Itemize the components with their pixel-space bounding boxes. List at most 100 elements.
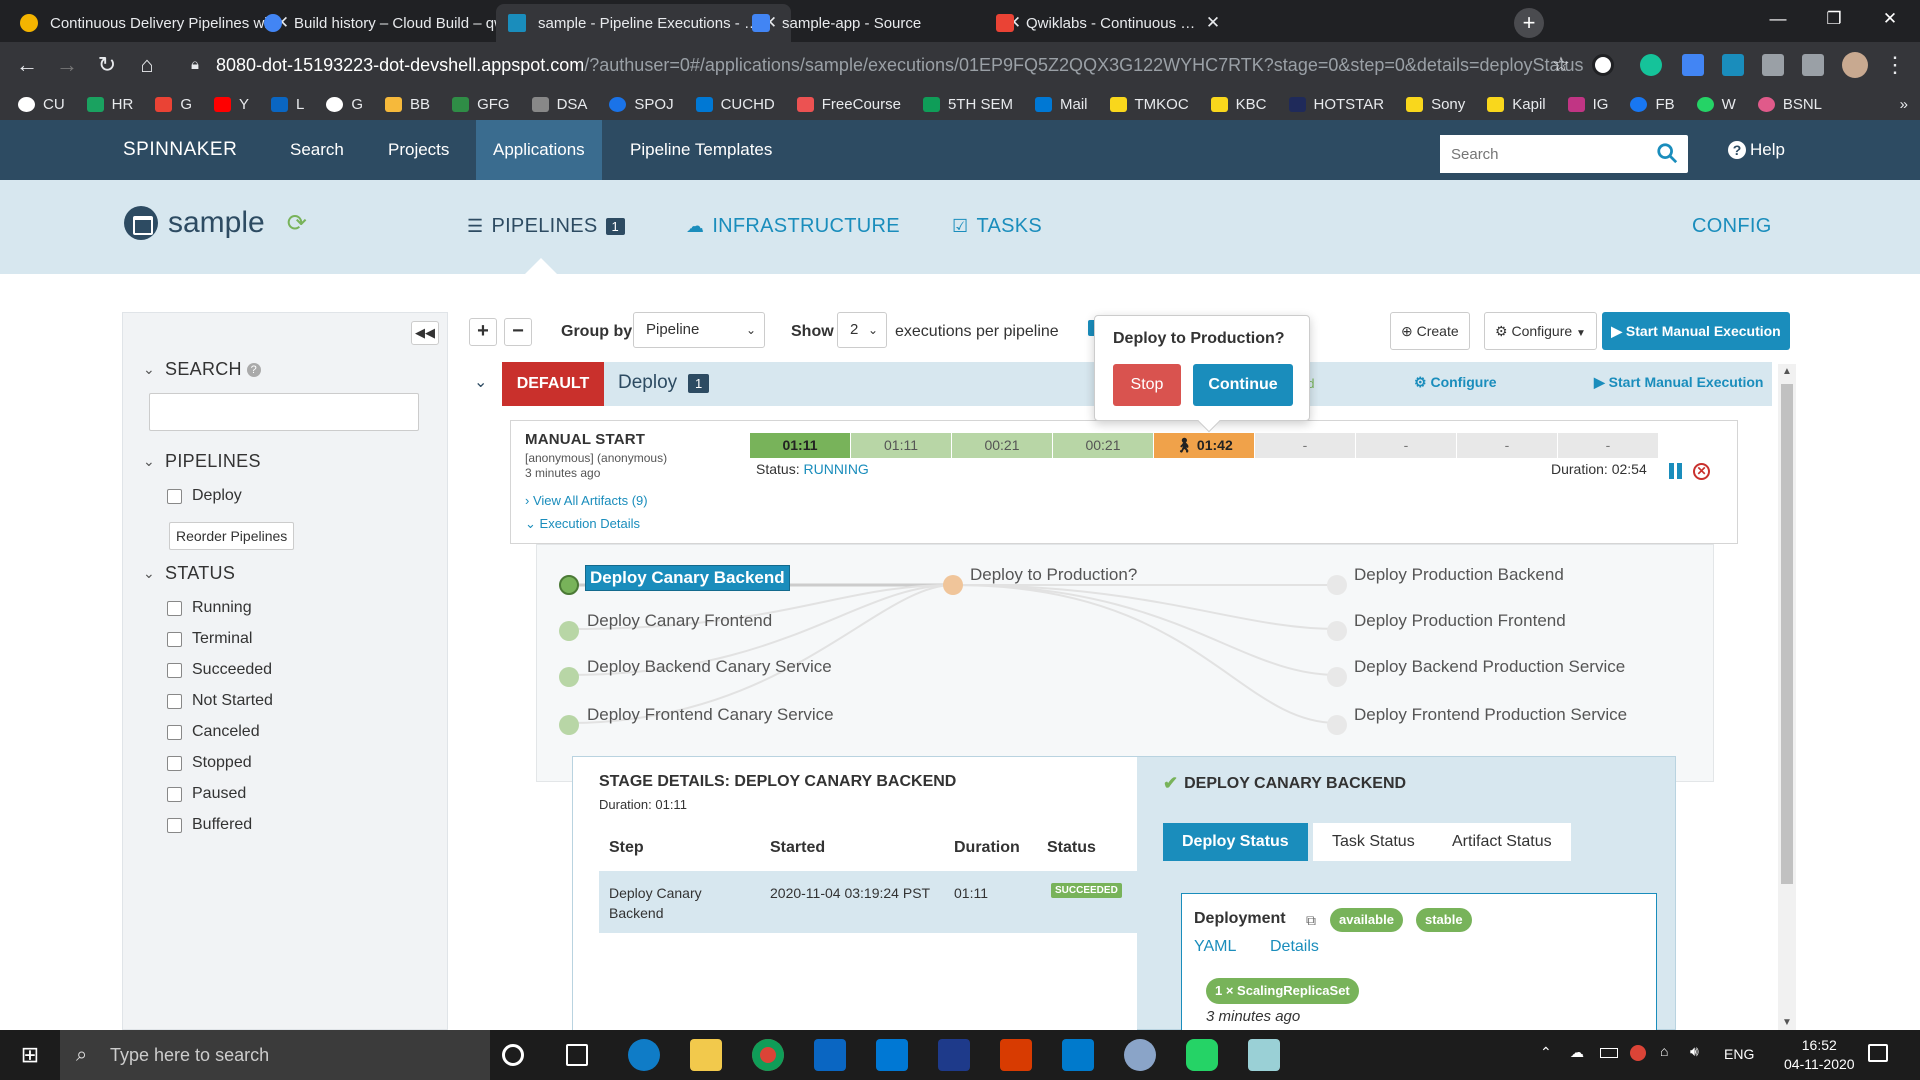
network-icon[interactable]: ⌂: [1660, 1043, 1668, 1059]
notification-icon[interactable]: [1868, 1044, 1888, 1062]
stage-segment[interactable]: -: [1558, 433, 1659, 458]
app-icon[interactable]: [1248, 1039, 1280, 1071]
stage-node-complete-icon[interactable]: [559, 575, 579, 595]
close-window-icon[interactable]: ✕: [1862, 0, 1918, 40]
cancel-execution-icon[interactable]: ✕: [1693, 463, 1710, 480]
stage-node-pending-icon[interactable]: [1327, 667, 1347, 687]
onedrive-icon[interactable]: ☁: [1570, 1044, 1584, 1061]
checkbox[interactable]: [167, 693, 182, 709]
scrollbar-thumb[interactable]: [1781, 384, 1793, 884]
bookmark-item[interactable]: CU: [18, 96, 65, 113]
stage-segment[interactable]: -: [1457, 433, 1558, 458]
pipeline-configure-link[interactable]: ⚙ Configure: [1414, 374, 1497, 391]
graph-node-deploy-canary-frontend[interactable]: Deploy Canary Frontend: [587, 611, 772, 631]
bookmark-item[interactable]: HR: [86, 96, 133, 113]
checkbox[interactable]: [167, 631, 182, 647]
tab-config[interactable]: CONFIG: [1692, 215, 1772, 238]
volume-icon[interactable]: 🔊︎: [1690, 1043, 1699, 1060]
filter-status-paused[interactable]: Paused: [167, 785, 246, 803]
configure-dropdown-button[interactable]: ⚙ Configure ▼: [1484, 312, 1597, 350]
linkedin-icon[interactable]: [814, 1039, 846, 1071]
stop-button[interactable]: Stop: [1113, 364, 1181, 406]
copy-icon[interactable]: ⧉: [1306, 912, 1316, 929]
stage-segment[interactable]: 01:11: [750, 433, 851, 458]
reading-list-icon[interactable]: [1802, 54, 1824, 76]
bookmark-item[interactable]: Kapil: [1487, 96, 1546, 113]
tab-pipelines[interactable]: ☰ PIPELINES 1: [467, 215, 626, 238]
tray-chevron-icon[interactable]: ⌃: [1540, 1044, 1552, 1061]
start-manual-execution-button[interactable]: ▶ Start Manual Execution: [1602, 312, 1790, 350]
filter-status-stopped[interactable]: Stopped: [167, 754, 252, 772]
browser-tab-5[interactable]: Qwiklabs - Continuous Delivery ✕: [984, 4, 1234, 42]
graph-node-deploy-to-production[interactable]: Deploy to Production?: [970, 565, 1137, 585]
graph-node-deploy-frontend-canary-service[interactable]: Deploy Frontend Canary Service: [587, 705, 834, 725]
stage-segment[interactable]: 00:21: [952, 433, 1053, 458]
battery-icon[interactable]: [1600, 1048, 1618, 1058]
search-input[interactable]: [1440, 135, 1640, 173]
filter-pipeline-deploy[interactable]: Deploy: [167, 487, 242, 505]
file-explorer-icon[interactable]: [690, 1039, 722, 1071]
more-bookmarks-icon[interactable]: »: [1900, 96, 1908, 113]
mail-icon[interactable]: [876, 1039, 908, 1071]
forward-icon[interactable]: →: [52, 50, 82, 80]
nav-search[interactable]: Search: [273, 120, 361, 180]
scroll-up-icon[interactable]: ▲: [1782, 366, 1792, 377]
whatsapp-icon[interactable]: [1186, 1039, 1218, 1071]
status-section-header[interactable]: ⌄ STATUS: [143, 563, 235, 584]
grammarly-icon[interactable]: [1640, 54, 1662, 76]
create-button[interactable]: ⊕ Create: [1390, 312, 1470, 350]
windows-start-icon[interactable]: ⊞: [0, 1030, 60, 1080]
bookmark-star-icon[interactable]: ☆: [1546, 50, 1576, 80]
vscode-icon[interactable]: [1062, 1039, 1094, 1071]
restore-icon[interactable]: ❐: [1806, 0, 1862, 40]
filter-status-not-started[interactable]: Not Started: [167, 692, 273, 710]
minimize-icon[interactable]: —: [1750, 0, 1806, 40]
checkbox[interactable]: [167, 817, 182, 833]
expand-all-button[interactable]: +: [469, 318, 497, 346]
reload-icon[interactable]: ↻: [92, 50, 122, 80]
bookmark-item[interactable]: Mail: [1034, 96, 1088, 113]
tab-tasks[interactable]: ☑ TASKS: [952, 215, 1042, 238]
bookmark-item[interactable]: Sony: [1406, 96, 1465, 113]
avatar[interactable]: [1842, 52, 1868, 78]
search-icon[interactable]: [1656, 142, 1678, 164]
scroll-down-icon[interactable]: ▼: [1782, 1017, 1792, 1028]
bookmark-item[interactable]: DSA: [531, 96, 587, 113]
details-link[interactable]: Details: [1270, 938, 1319, 956]
bookmark-item[interactable]: SPOJ: [609, 96, 674, 113]
group-by-select[interactable]: Pipeline ⌄: [633, 312, 765, 348]
replicaset-pill[interactable]: 1 × ScalingReplicaSet: [1206, 978, 1359, 1004]
checkbox[interactable]: [167, 600, 182, 616]
graph-node-deploy-production-frontend[interactable]: Deploy Production Frontend: [1354, 611, 1566, 631]
filter-status-terminal[interactable]: Terminal: [167, 630, 252, 648]
translate-icon[interactable]: [1682, 54, 1704, 76]
refresh-icon[interactable]: ⟳: [287, 209, 307, 238]
bookmark-item[interactable]: IG: [1567, 96, 1608, 113]
checkbox[interactable]: [167, 786, 182, 802]
show-count-select[interactable]: 2 ⌄: [837, 312, 887, 348]
office-icon[interactable]: [1000, 1039, 1032, 1071]
filter-status-buffered[interactable]: Buffered: [167, 816, 252, 834]
bookmark-item[interactable]: 5TH SEM: [922, 96, 1013, 113]
taskbar-search[interactable]: ⌕ Type here to search: [60, 1030, 490, 1080]
stage-segment[interactable]: 00:21: [1053, 433, 1154, 458]
nav-applications[interactable]: Applications: [476, 120, 602, 180]
graph-node-deploy-backend-canary-service[interactable]: Deploy Backend Canary Service: [587, 657, 832, 677]
extension-icon[interactable]: [1592, 54, 1614, 76]
edge-icon[interactable]: [628, 1039, 660, 1071]
checkbox[interactable]: [167, 724, 182, 740]
nav-projects[interactable]: Projects: [371, 120, 466, 180]
filter-status-succeeded[interactable]: Succeeded: [167, 661, 272, 679]
stage-segment[interactable]: -: [1255, 433, 1356, 458]
chevron-down-icon[interactable]: ⌄: [474, 372, 487, 392]
search-section-header[interactable]: ⌄ SEARCH ?: [143, 359, 261, 380]
back-icon[interactable]: ←: [12, 50, 42, 80]
checkbox[interactable]: [167, 755, 182, 771]
checkbox[interactable]: [167, 662, 182, 678]
continue-button[interactable]: Continue: [1193, 364, 1293, 406]
graph-node-deploy-backend-production-service[interactable]: Deploy Backend Production Service: [1354, 657, 1625, 677]
bookmark-item[interactable]: G: [326, 96, 363, 113]
bookmark-item[interactable]: Y: [214, 96, 249, 113]
bookmark-item[interactable]: FreeCourse: [796, 96, 901, 113]
stage-segment[interactable]: 01:11: [851, 433, 952, 458]
